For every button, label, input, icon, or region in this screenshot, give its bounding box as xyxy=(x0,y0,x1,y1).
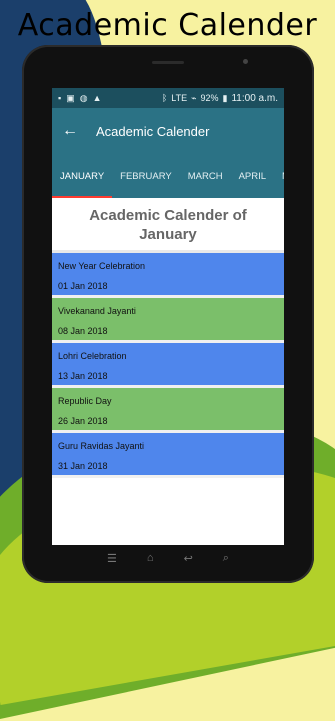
list-item[interactable]: Guru Ravidas Jayanti 31 Jan 2018 xyxy=(52,433,284,478)
status-right: ᛒ LTE ⌁ 92% ▮ 11:00 a.m. xyxy=(162,93,278,104)
event-date: 08 Jan 2018 xyxy=(58,326,108,336)
device-screen: ▪ ▣ ◍ ▲ ᛒ LTE ⌁ 92% ▮ 11:00 a.m. ← Acade… xyxy=(52,88,284,545)
battery-icon: ▮ xyxy=(222,92,228,103)
signal-lte-label: LTE xyxy=(171,92,188,103)
list-item[interactable]: Vivekanand Jayanti 08 Jan 2018 xyxy=(52,298,284,343)
app-title: Academic Calender xyxy=(96,123,210,139)
menu-icon[interactable]: ☰ xyxy=(107,552,117,565)
list-item[interactable]: Republic Day 26 Jan 2018 xyxy=(52,388,284,433)
tab-february[interactable]: FEBRUARY xyxy=(112,154,180,198)
notification-icon: ▪ xyxy=(58,92,62,103)
front-camera xyxy=(243,59,248,64)
speaker-grill xyxy=(152,61,184,64)
image-icon: ▣ xyxy=(66,92,75,103)
event-date: 31 Jan 2018 xyxy=(58,461,108,471)
back-icon[interactable]: ↩ xyxy=(184,552,193,565)
list-item[interactable]: New Year Celebration 01 Jan 2018 xyxy=(52,253,284,298)
event-name: Lohri Celebration xyxy=(58,351,127,361)
list-item[interactable]: Lohri Celebration 13 Jan 2018 xyxy=(52,343,284,388)
tab-april[interactable]: APRIL xyxy=(231,154,274,198)
bluetooth-icon: ᛒ xyxy=(161,92,168,103)
event-date: 26 Jan 2018 xyxy=(58,416,108,426)
wifi-icon: ⌁ xyxy=(191,92,197,103)
section-title: Academic Calender of January xyxy=(52,198,284,250)
event-date: 01 Jan 2018 xyxy=(58,281,108,291)
search-icon[interactable]: ⌕ xyxy=(223,552,229,565)
month-tabs: JANUARY FEBRUARY MARCH APRIL MA xyxy=(52,154,284,198)
tab-march[interactable]: MARCH xyxy=(180,154,231,198)
status-time: 11:00 a.m. xyxy=(231,92,278,104)
back-arrow-icon[interactable]: ← xyxy=(62,122,84,140)
tab-may[interactable]: MA xyxy=(274,154,284,198)
event-name: Guru Ravidas Jayanti xyxy=(58,441,145,451)
main-content: Academic Calender of January New Year Ce… xyxy=(52,198,284,545)
event-date: 13 Jan 2018 xyxy=(58,371,108,381)
tab-january[interactable]: JANUARY xyxy=(52,154,113,198)
home-icon[interactable]: ⌂ xyxy=(147,552,154,564)
battery-percent: 92% xyxy=(200,92,219,103)
tablet-frame: ▪ ▣ ◍ ▲ ᛒ LTE ⌁ 92% ▮ 11:00 a.m. ← Acade… xyxy=(22,45,314,583)
device-nav-bar: ☰ ⌂ ↩ ⌕ xyxy=(92,543,244,573)
event-name: New Year Celebration xyxy=(58,261,146,271)
status-bar: ▪ ▣ ◍ ▲ ᛒ LTE ⌁ 92% ▮ 11:00 a.m. xyxy=(52,88,284,108)
event-name: Vivekanand Jayanti xyxy=(58,306,136,316)
app-bar: ← Academic Calender xyxy=(52,108,284,154)
event-name: Republic Day xyxy=(58,396,112,406)
status-left-icons: ▪ ▣ ◍ ▲ xyxy=(58,92,102,103)
warning-icon: ▲ xyxy=(92,92,102,103)
settings-icon: ◍ xyxy=(79,92,88,103)
events-list: New Year Celebration 01 Jan 2018 Vivekan… xyxy=(52,253,284,478)
promo-title: Academic Calender xyxy=(17,8,318,43)
